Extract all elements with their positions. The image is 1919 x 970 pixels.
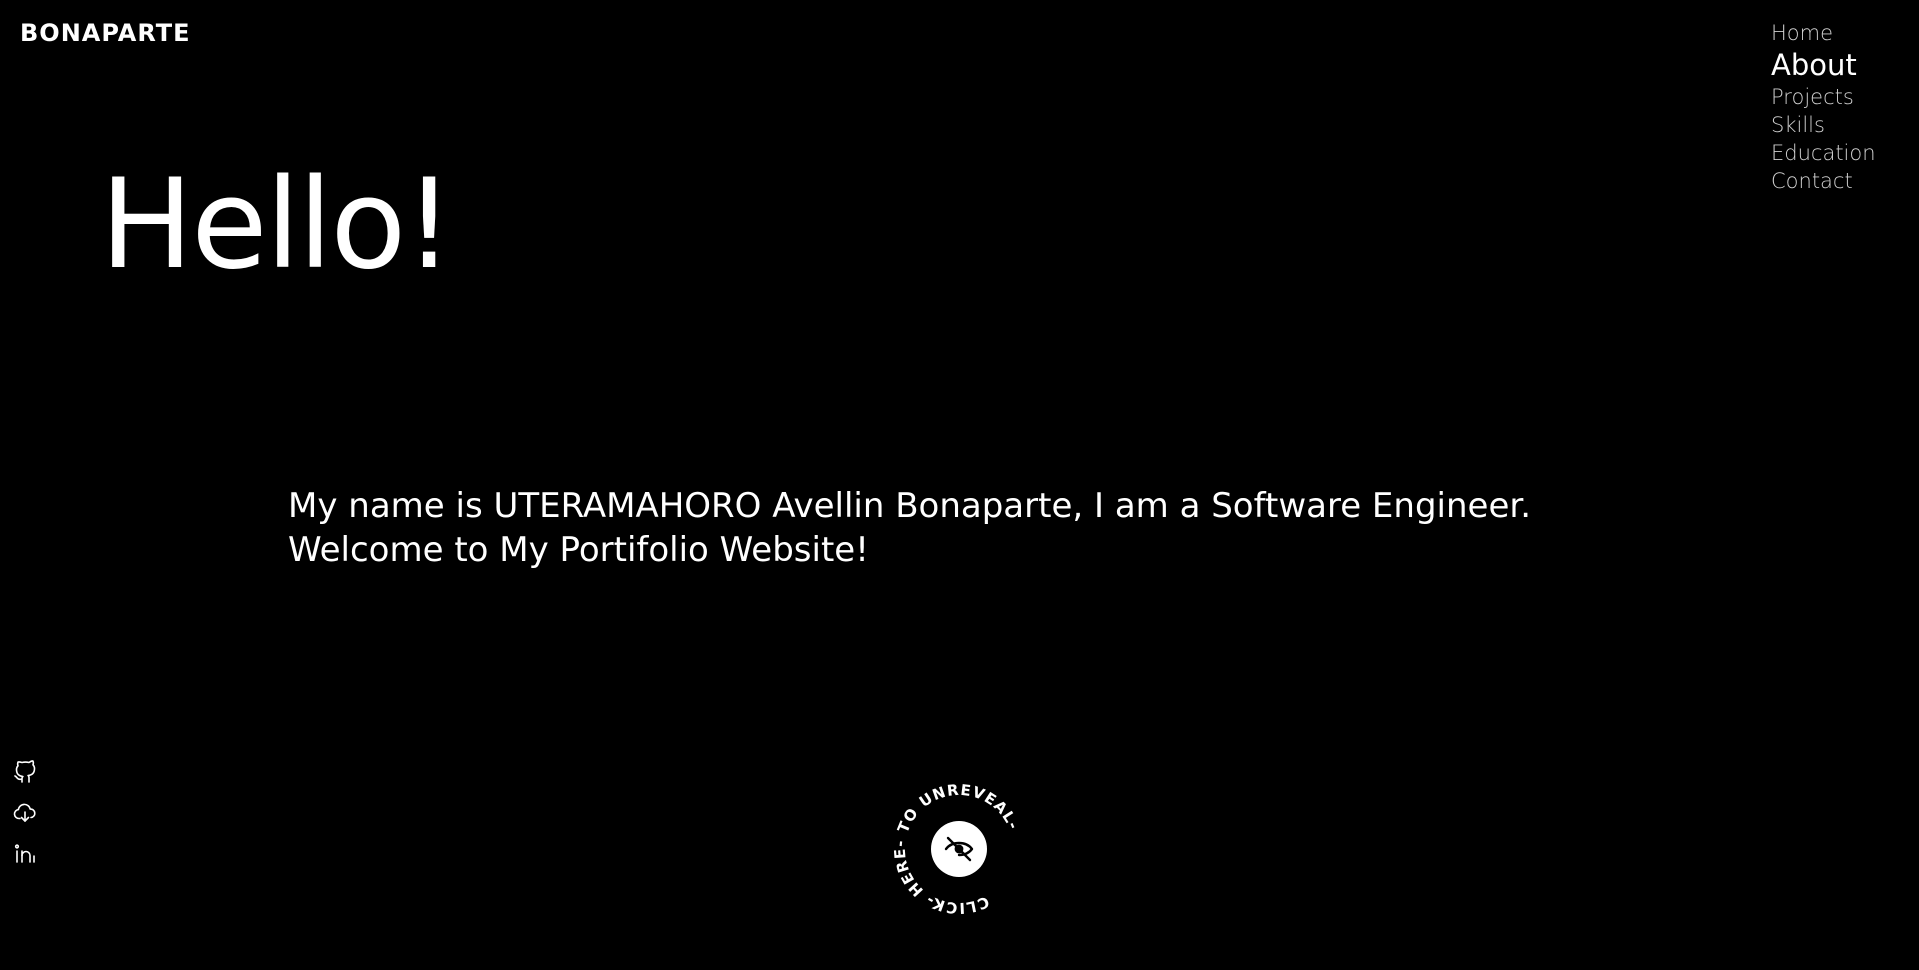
social-links xyxy=(13,760,37,866)
github-icon[interactable] xyxy=(13,760,37,784)
nav-projects[interactable]: Projects xyxy=(1771,83,1876,111)
main-nav: Home About Projects Skills Education Con… xyxy=(1771,19,1876,195)
nav-education[interactable]: Education xyxy=(1771,139,1876,167)
intro-text: My name is UTERAMAHORO Avellin Bonaparte… xyxy=(288,484,1688,572)
nav-about[interactable]: About xyxy=(1771,47,1876,83)
portfolio-page: BONAPARTE Home About Projects Skills Edu… xyxy=(0,0,1919,970)
nav-skills[interactable]: Skills xyxy=(1771,111,1876,139)
intro-line-2: Welcome to My Portifolio Website! xyxy=(288,530,869,570)
linkedin-icon[interactable] xyxy=(13,842,37,866)
cloud-download-icon[interactable] xyxy=(13,801,37,825)
nav-contact[interactable]: Contact xyxy=(1771,167,1876,195)
hero-title: Hello! xyxy=(100,153,454,297)
nav-home[interactable]: Home xyxy=(1771,19,1876,47)
site-logo[interactable]: BONAPARTE xyxy=(20,18,190,48)
intro-line-1: My name is UTERAMAHORO Avellin Bonaparte… xyxy=(288,486,1532,526)
reveal-button[interactable]: CLICK- HERE- TO UNREVEAL- xyxy=(889,779,1029,919)
